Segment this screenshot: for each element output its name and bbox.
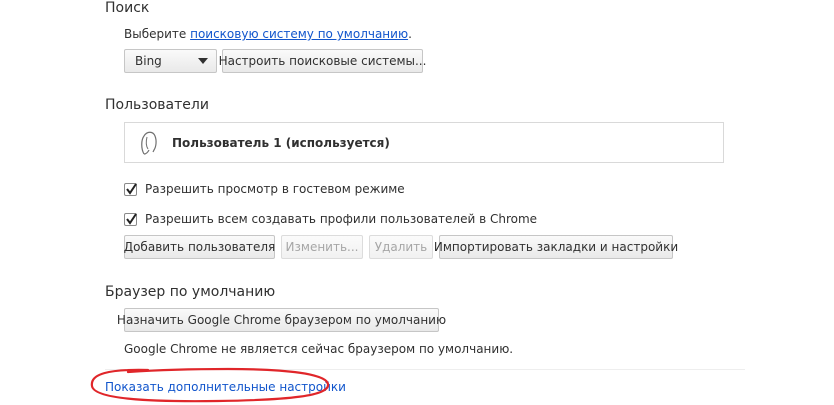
divider: [105, 369, 745, 370]
guest-mode-row[interactable]: Разрешить просмотр в гостевом режиме: [124, 182, 405, 196]
search-description: Выберите поисковую систему по умолчанию.: [124, 27, 412, 41]
checkmark-icon: [126, 212, 137, 225]
users-list: Пользователь 1 (используется): [124, 122, 724, 163]
delete-user-button[interactable]: Удалить: [369, 235, 433, 259]
default-browser-section-title: Браузер по умолчанию: [105, 284, 276, 300]
default-search-engine-link[interactable]: поисковую систему по умолчанию: [190, 27, 408, 41]
users-section-title: Пользователи: [105, 97, 209, 113]
search-section-title: Поиск: [105, 0, 150, 16]
default-browser-status: Google Chrome не является сейчас браузер…: [124, 342, 514, 356]
guest-mode-label: Разрешить просмотр в гостевом режиме: [145, 182, 405, 196]
search-engine-selected-value: Bing: [135, 54, 162, 68]
profiles-checkbox[interactable]: [124, 212, 137, 226]
checkmark-icon: [126, 182, 137, 195]
dropdown-arrow-icon: [198, 58, 208, 64]
user-avatar-icon: [137, 128, 161, 158]
show-advanced-settings-link[interactable]: Показать дополнительные настройки: [105, 380, 346, 394]
edit-user-button[interactable]: Изменить...: [281, 235, 363, 259]
guest-mode-checkbox[interactable]: [124, 182, 137, 196]
make-default-browser-button[interactable]: Назначить Google Chrome браузером по умо…: [117, 308, 446, 332]
add-user-button[interactable]: Добавить пользователя: [124, 235, 275, 259]
search-description-suffix: .: [408, 27, 412, 41]
search-description-prefix: Выберите: [124, 27, 191, 41]
import-bookmarks-button[interactable]: Импортировать закладки и настройки: [434, 235, 678, 259]
profiles-label: Разрешить всем создавать профили пользов…: [145, 212, 538, 226]
manage-search-engines-button[interactable]: Настроить поисковые системы...: [219, 49, 426, 73]
search-engine-select[interactable]: Bing: [124, 49, 217, 73]
profiles-row[interactable]: Разрешить всем создавать профили пользов…: [124, 212, 537, 226]
current-user-name[interactable]: Пользователь 1 (используется): [172, 136, 390, 150]
